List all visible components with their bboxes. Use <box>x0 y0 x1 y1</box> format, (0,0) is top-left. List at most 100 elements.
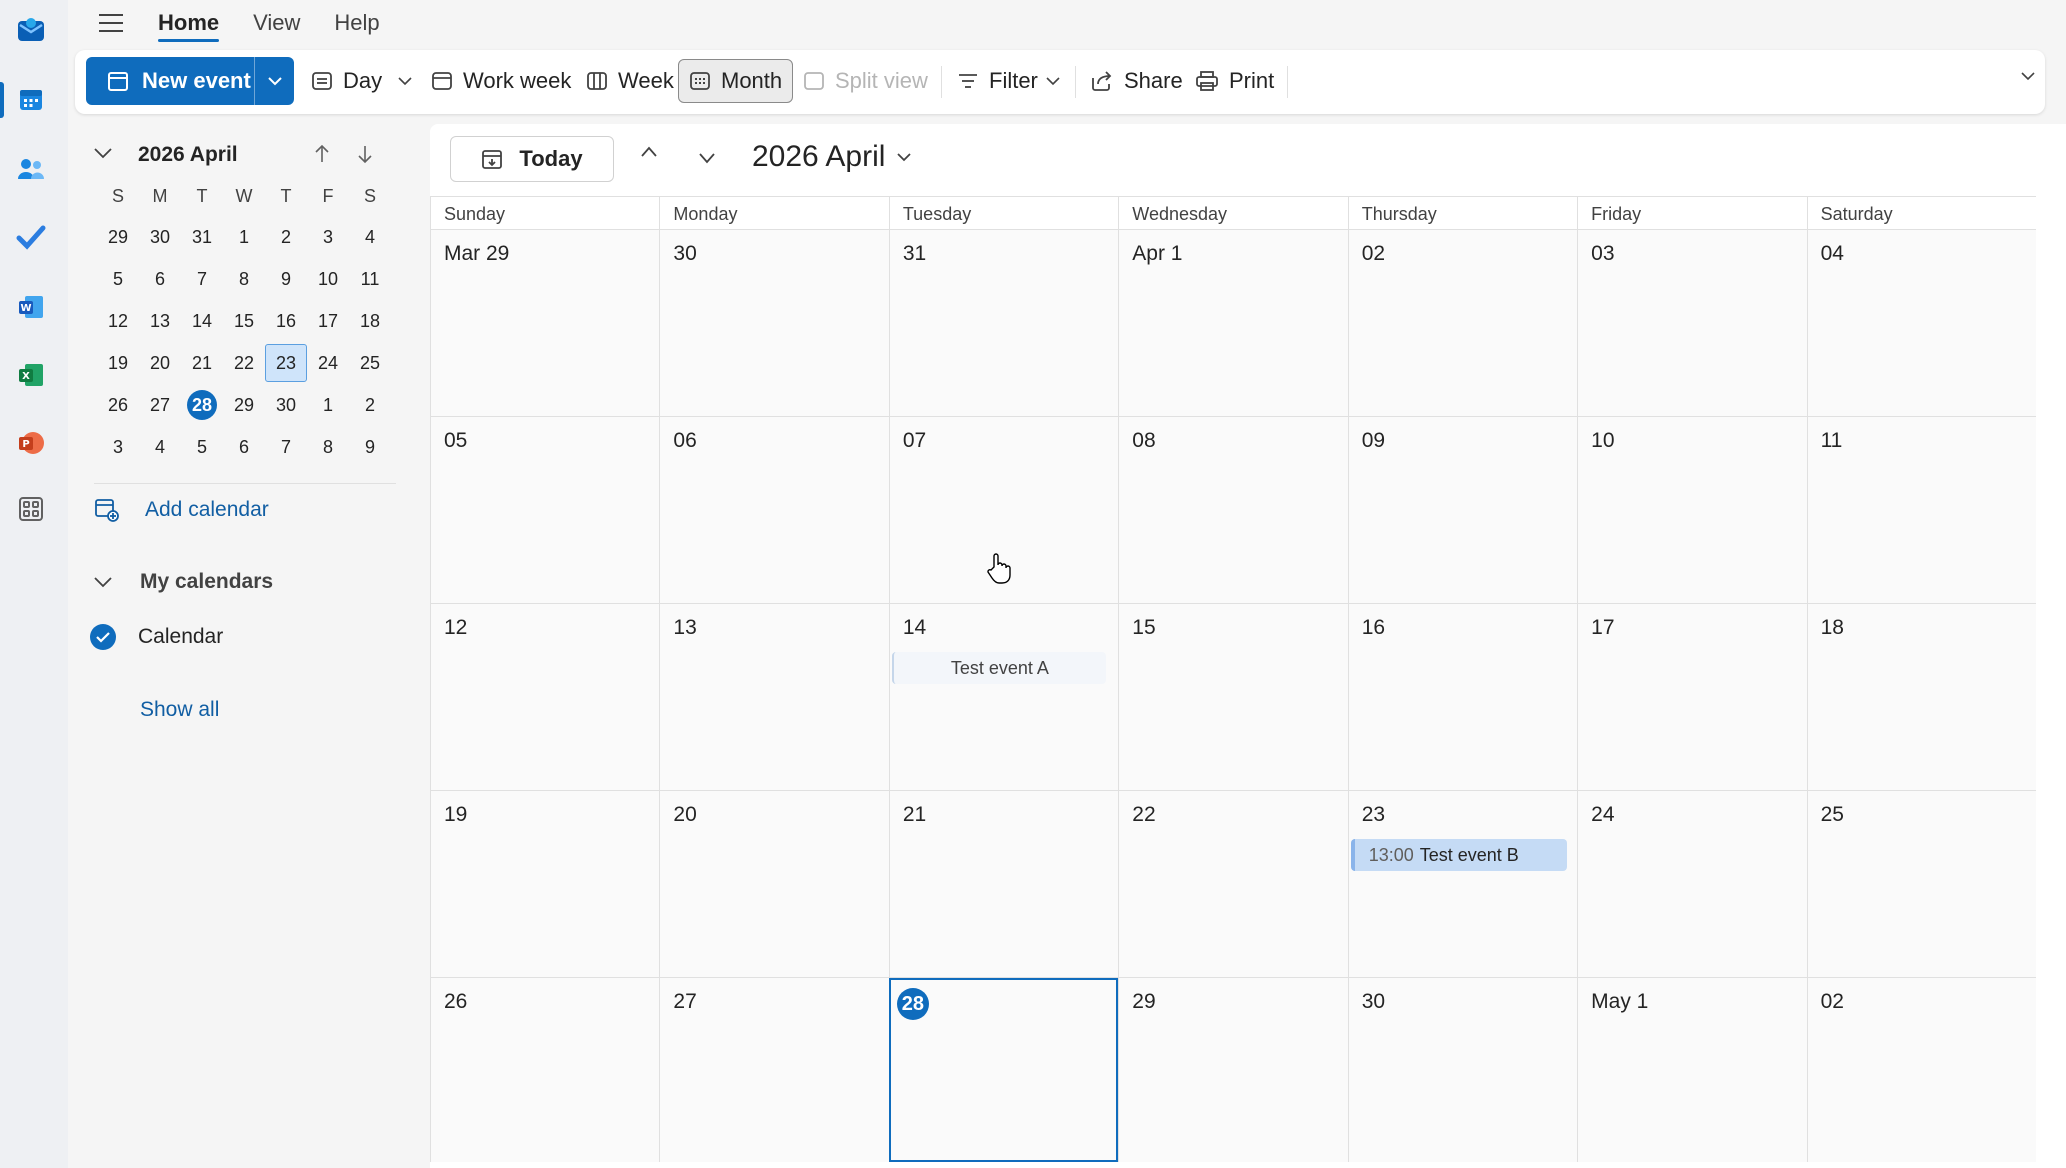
mini-day[interactable]: 15 <box>223 302 265 340</box>
mini-day[interactable]: 27 <box>139 386 181 424</box>
mini-day[interactable]: 30 <box>139 218 181 256</box>
day-cell[interactable]: 06 <box>659 417 889 603</box>
mini-day[interactable]: 18 <box>349 302 391 340</box>
ribbon-collapse-icon[interactable] <box>2021 68 2035 86</box>
day-cell[interactable]: Apr 1 <box>1118 230 1348 416</box>
previous-month-icon[interactable] <box>640 146 658 158</box>
mini-day[interactable]: 1 <box>223 218 265 256</box>
arrow-down-icon[interactable] <box>357 144 373 164</box>
day-cell[interactable]: 25 <box>1806 791 2036 977</box>
share-button[interactable]: Share <box>1090 59 1183 103</box>
print-button[interactable]: Print <box>1195 59 1274 103</box>
checkmark-icon[interactable] <box>90 624 116 650</box>
mini-day[interactable]: 6 <box>223 428 265 466</box>
collapse-chevron-icon[interactable] <box>94 148 112 159</box>
mini-day[interactable]: 7 <box>265 428 307 466</box>
mini-day[interactable]: 3 <box>97 428 139 466</box>
day-cell[interactable]: 28 <box>888 978 1119 1162</box>
day-cell[interactable]: 02 <box>1347 230 1578 416</box>
mini-day[interactable]: 11 <box>349 260 391 298</box>
day-cell[interactable]: 05 <box>430 417 660 603</box>
day-cell[interactable]: 15 <box>1118 604 1348 790</box>
mini-day[interactable]: 4 <box>139 428 181 466</box>
show-all-link[interactable]: Show all <box>140 698 219 722</box>
mini-day[interactable]: 5 <box>181 428 223 466</box>
day-cell[interactable]: 02 <box>1806 978 2036 1162</box>
mini-day[interactable]: 2 <box>265 218 307 256</box>
new-event-button[interactable]: New event <box>86 57 254 105</box>
collapse-chevron-icon[interactable] <box>94 577 112 588</box>
mini-day[interactable]: 10 <box>307 260 349 298</box>
mini-day[interactable]: 21 <box>181 344 223 382</box>
day-cell[interactable]: 27 <box>659 978 889 1162</box>
mini-day[interactable]: 7 <box>181 260 223 298</box>
mini-day[interactable]: 13 <box>139 302 181 340</box>
mini-day[interactable]: 26 <box>97 386 139 424</box>
hamburger-menu-icon[interactable] <box>88 0 134 46</box>
mini-day[interactable]: 2 <box>349 386 391 424</box>
arrow-up-icon[interactable] <box>314 144 330 164</box>
day-cell[interactable]: 30 <box>659 230 889 416</box>
word-icon[interactable]: W <box>14 290 48 324</box>
split-view-button[interactable]: Split view <box>803 59 928 103</box>
mini-day[interactable]: 9 <box>265 260 307 298</box>
month-title-dropdown[interactable]: 2026 April <box>752 140 912 174</box>
mini-day[interactable]: 8 <box>307 428 349 466</box>
mini-day[interactable]: 5 <box>97 260 139 298</box>
people-icon[interactable] <box>14 152 48 186</box>
day-cell[interactable]: 03 <box>1577 230 1807 416</box>
calendar-list-item[interactable]: Calendar <box>90 624 223 650</box>
day-cell[interactable]: 17 <box>1577 604 1807 790</box>
day-view-button[interactable]: Day <box>311 59 412 103</box>
powerpoint-icon[interactable]: P <box>14 426 48 460</box>
calendar-add-icon[interactable] <box>94 497 120 523</box>
day-cell[interactable]: 18 <box>1806 604 2036 790</box>
day-cell[interactable]: 23 13:00 Test event B <box>1347 791 1578 977</box>
day-cell[interactable]: 26 <box>430 978 660 1162</box>
day-cell[interactable]: 08 <box>1118 417 1348 603</box>
calendar-icon[interactable] <box>14 83 48 117</box>
outlook-icon[interactable] <box>14 13 48 47</box>
mini-day[interactable]: 22 <box>223 344 265 382</box>
add-calendar-link[interactable]: Add calendar <box>145 498 269 522</box>
mini-day[interactable]: 4 <box>349 218 391 256</box>
day-cell[interactable]: 09 <box>1347 417 1578 603</box>
excel-icon[interactable]: X <box>14 358 48 392</box>
tab-home[interactable]: Home <box>158 0 220 46</box>
mini-day[interactable]: 20 <box>139 344 181 382</box>
mini-day[interactable]: 29 <box>223 386 265 424</box>
filter-button[interactable]: Filter <box>957 59 1060 103</box>
day-cell[interactable]: 14 Test event A <box>888 604 1119 790</box>
tab-help[interactable]: Help <box>334 0 379 46</box>
day-cell[interactable]: 04 <box>1806 230 2036 416</box>
day-cell[interactable]: Mar 29 <box>430 230 660 416</box>
mini-day[interactable]: 17 <box>307 302 349 340</box>
next-month-icon[interactable] <box>698 152 716 164</box>
event-test-a[interactable]: Test event A <box>891 652 1106 684</box>
event-test-b[interactable]: 13:00 Test event B <box>1350 839 1567 871</box>
mini-day[interactable]: 19 <box>97 344 139 382</box>
day-cell[interactable]: 21 <box>888 791 1119 977</box>
mini-day[interactable]: 23 <box>265 344 307 382</box>
day-cell[interactable]: 30 <box>1347 978 1578 1162</box>
more-apps-icon[interactable] <box>14 492 48 526</box>
new-event-dropdown[interactable] <box>254 57 294 105</box>
my-calendars-heading[interactable]: My calendars <box>140 570 273 594</box>
day-cell[interactable]: 10 <box>1577 417 1807 603</box>
day-cell[interactable]: 12 <box>430 604 660 790</box>
mini-day[interactable]: 24 <box>307 344 349 382</box>
day-cell[interactable]: 31 <box>888 230 1119 416</box>
mini-day[interactable]: 28 <box>181 386 223 424</box>
mini-day[interactable]: 3 <box>307 218 349 256</box>
day-cell[interactable]: 16 <box>1347 604 1578 790</box>
mini-day[interactable]: 9 <box>349 428 391 466</box>
mini-day[interactable]: 16 <box>265 302 307 340</box>
mini-day[interactable]: 29 <box>97 218 139 256</box>
month-view-button[interactable]: Month <box>678 59 794 103</box>
day-cell[interactable]: 22 <box>1118 791 1348 977</box>
day-cell[interactable]: 24 <box>1577 791 1807 977</box>
day-cell[interactable]: 19 <box>430 791 660 977</box>
today-button[interactable]: Today <box>450 136 614 182</box>
tab-view[interactable]: View <box>253 0 300 46</box>
todo-icon[interactable] <box>14 220 48 254</box>
